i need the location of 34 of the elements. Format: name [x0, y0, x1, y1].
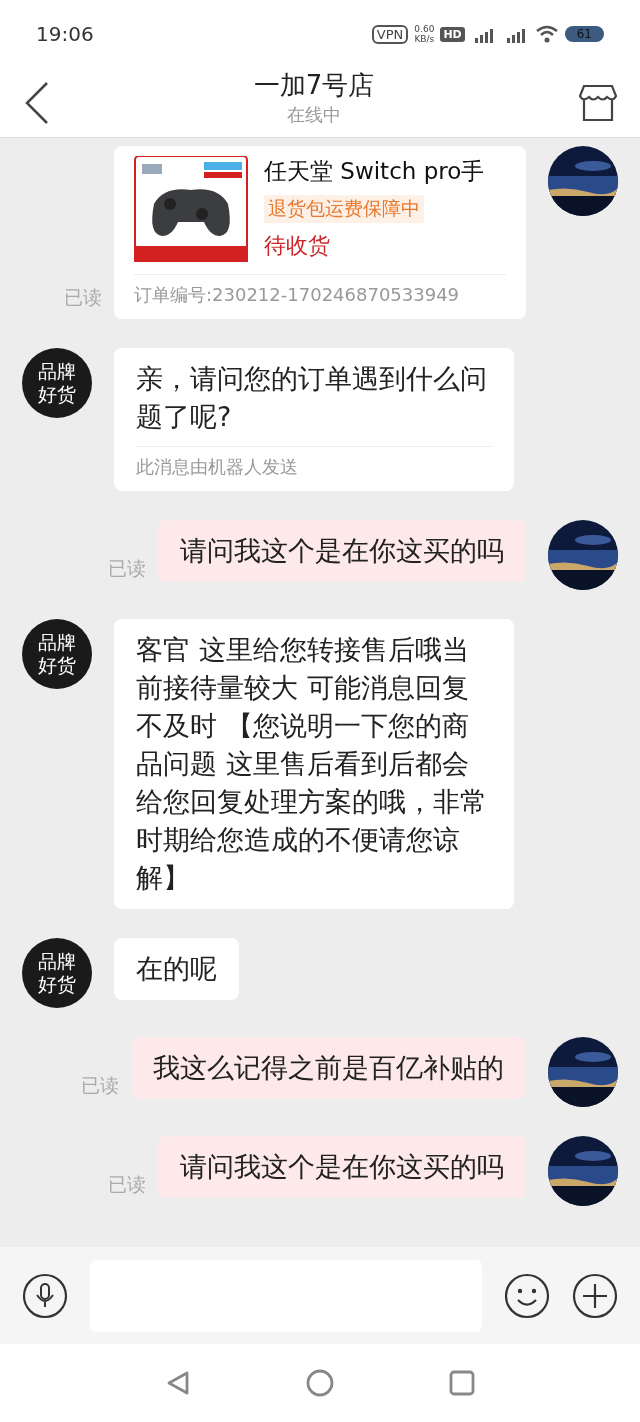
read-status: 已读 — [108, 556, 146, 581]
bot-note: 此消息由机器人发送 — [136, 446, 492, 479]
message-text: 客官 这里给您转接售后哦当前接待量较大 可能消息回复不及时 【您说明一下您的商品问题 这里售后看到后都会给您回复处理方案的哦，非常时期给您造成的不便请您谅解】 — [136, 633, 488, 895]
message-text: 我这么记得之前是百亿补贴的 — [153, 1051, 504, 1085]
return-shipping-tag: 退货包运费保障中 — [264, 195, 424, 223]
shop-avatar[interactable]: 品牌好货 — [22, 938, 92, 1008]
microphone-icon[interactable] — [22, 1272, 68, 1319]
plus-icon[interactable] — [572, 1272, 618, 1319]
store-icon[interactable] — [578, 83, 618, 122]
online-status: 在线中 — [287, 103, 341, 127]
status-time: 19:06 — [36, 22, 94, 46]
wifi-icon — [534, 24, 559, 44]
emoji-icon[interactable] — [504, 1272, 550, 1319]
message-text: 亲，请问您的订单遇到什么问题了呢? — [136, 362, 488, 434]
read-status: 已读 — [81, 1073, 119, 1098]
message-text: 请问我这个是在你这买的吗 — [180, 1150, 504, 1184]
shop-avatar[interactable]: 品牌好货 — [22, 348, 92, 418]
home-icon[interactable] — [306, 1369, 334, 1397]
order-state: 待收货 — [264, 232, 331, 260]
read-status: 已读 — [108, 1172, 146, 1197]
message-text: 在的呢 — [136, 952, 217, 986]
product-title: 任天堂 Switch pro手 — [264, 157, 485, 186]
recents-icon[interactable] — [449, 1370, 475, 1396]
vpn-badge: VPN — [371, 24, 409, 44]
shop-title: 一加7号店 — [253, 69, 375, 102]
network-speed: 0.60 KB/s — [414, 24, 435, 44]
back-icon[interactable] — [24, 80, 50, 125]
hd-badge: HD — [440, 26, 465, 42]
order-number: 订单编号:230212-170246870533949 — [134, 283, 461, 307]
shop-avatar[interactable]: 品牌好货 — [22, 619, 92, 689]
message-text: 请问我这个是在你这买的吗 — [180, 534, 504, 568]
read-status: 已读 — [64, 285, 102, 310]
battery-indicator: 61 — [564, 26, 604, 42]
order-card[interactable]: 任天堂 Switch pro手 退货包运费保障中 待收货 订单编号:230212-170246870533949 — [114, 146, 526, 319]
